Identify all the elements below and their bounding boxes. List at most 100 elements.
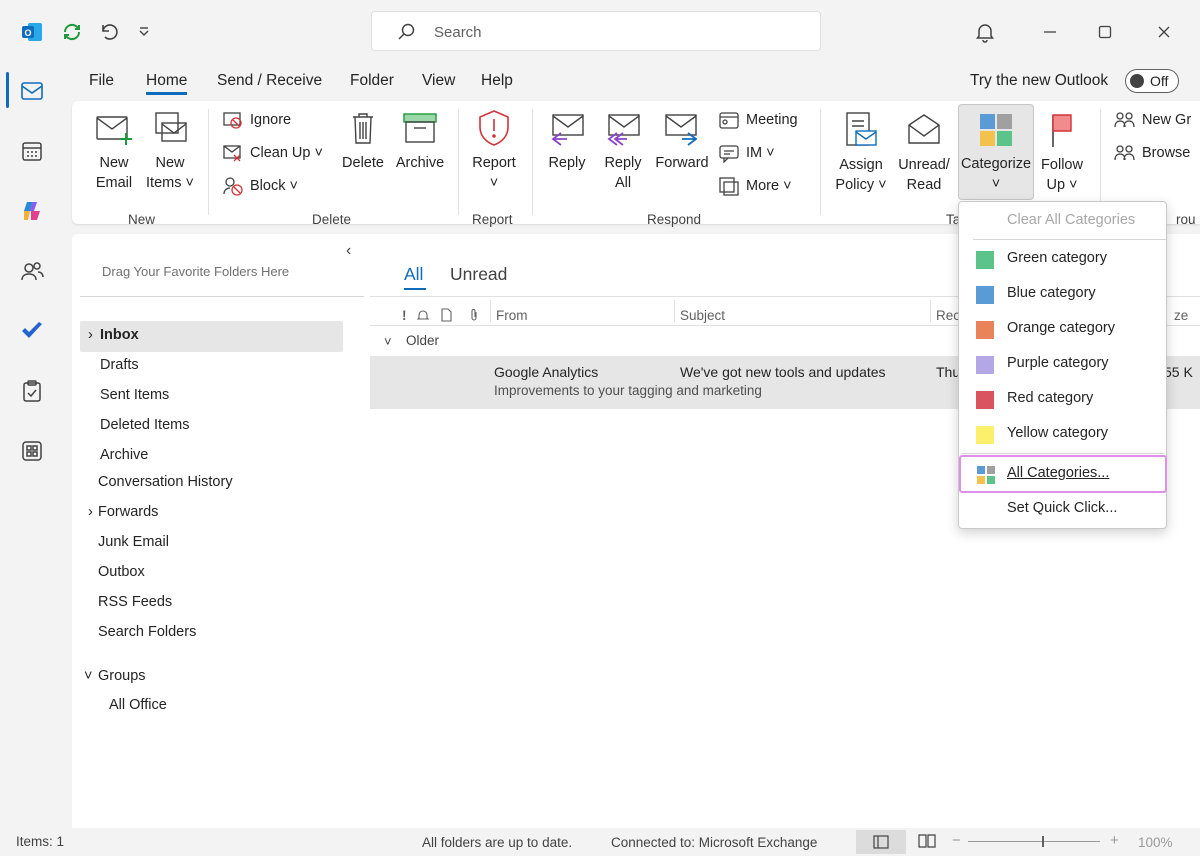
reply-button[interactable]: Reply: [542, 111, 592, 173]
bell-icon[interactable]: [971, 18, 999, 46]
folder-conversation-history[interactable]: Conversation History: [98, 474, 233, 490]
ignore-button[interactable]: Ignore: [222, 110, 291, 130]
reply-all-button[interactable]: Reply All: [598, 111, 648, 193]
tab-help[interactable]: Help: [481, 72, 513, 90]
section-older[interactable]: Older: [406, 333, 439, 348]
folder-forwards[interactable]: Forwards: [98, 504, 158, 520]
group-all-office[interactable]: All Office: [109, 697, 167, 713]
categorize-button[interactable]: Categorize ˅: [958, 104, 1034, 200]
folder-rss-feeds[interactable]: RSS Feeds: [98, 594, 172, 610]
category-green-item[interactable]: Green category: [959, 242, 1166, 277]
calendar-icon[interactable]: [16, 135, 48, 167]
customize-icon[interactable]: [130, 18, 158, 46]
undo-icon[interactable]: [94, 18, 122, 46]
category-yellow-item[interactable]: Yellow category: [959, 417, 1166, 452]
browse-groups-button[interactable]: Browse: [1114, 143, 1190, 163]
assign-label-1: Assign: [839, 157, 883, 173]
meeting-button[interactable]: Meeting: [718, 110, 798, 130]
folder-inbox[interactable]: Inbox: [100, 327, 139, 343]
minimize-icon[interactable]: [1036, 18, 1064, 46]
tab-view[interactable]: View: [422, 72, 455, 90]
archive-button[interactable]: Archive: [392, 111, 448, 173]
tab-send-receive[interactable]: Send / Receive: [217, 72, 322, 90]
more-respond-icon: [719, 177, 739, 196]
collapse-pane-icon[interactable]: ‹: [346, 242, 351, 260]
tasks-clipboard-icon[interactable]: [16, 375, 48, 407]
zoom-slider-track[interactable]: [968, 841, 1100, 842]
tab-file[interactable]: File: [89, 72, 114, 90]
column-received[interactable]: Rec: [936, 308, 960, 323]
folder-drafts[interactable]: Drafts: [100, 357, 139, 373]
category-purple-item[interactable]: Purple category: [959, 347, 1166, 382]
block-button[interactable]: Block ˅: [222, 176, 298, 196]
groups-header[interactable]: Groups: [98, 668, 146, 684]
clean-up-button[interactable]: Clean Up ˅: [222, 143, 323, 163]
apps-icon[interactable]: [16, 435, 48, 467]
unread-read-button[interactable]: Unread/ Read: [894, 111, 954, 195]
folder-search-folders[interactable]: Search Folders: [98, 624, 196, 640]
archive-label: Archive: [395, 155, 445, 171]
set-quick-click-item[interactable]: Set Quick Click...: [959, 492, 1166, 527]
menu-divider: [973, 239, 1166, 240]
copilot-icon[interactable]: [16, 195, 48, 227]
zoom-level[interactable]: 100%: [1138, 835, 1173, 850]
todo-icon[interactable]: [16, 315, 48, 347]
category-blue-item[interactable]: Blue category: [959, 277, 1166, 312]
older-collapse-icon[interactable]: ˅: [384, 334, 392, 349]
follow-up-button[interactable]: Follow Up ˅: [1036, 111, 1088, 195]
app-rail: [0, 60, 62, 830]
reply-icon: [551, 114, 584, 146]
category-red-item[interactable]: Red category: [959, 382, 1166, 417]
reading-view-button[interactable]: [918, 834, 936, 851]
assign-policy-button[interactable]: Assign Policy ˅: [830, 111, 892, 195]
folder-outbox[interactable]: Outbox: [98, 564, 145, 580]
folder-archive[interactable]: Archive: [100, 447, 148, 463]
new-items-button[interactable]: New Items ˅: [144, 111, 196, 193]
people-icon[interactable]: [16, 255, 48, 287]
filter-tab-all[interactable]: All: [404, 264, 423, 285]
delete-button[interactable]: Delete: [338, 111, 388, 173]
new-email-button[interactable]: New Email: [88, 111, 140, 193]
report-shield-icon: [479, 110, 509, 146]
reminder-column-icon[interactable]: [416, 308, 430, 325]
zoom-slider-thumb[interactable]: [1042, 836, 1044, 847]
maximize-icon[interactable]: [1091, 18, 1119, 46]
filter-tab-unread[interactable]: Unread: [450, 264, 507, 285]
tab-home[interactable]: Home: [146, 72, 188, 95]
column-subject[interactable]: Subject: [680, 308, 725, 323]
zoom-out-icon[interactable]: −: [952, 832, 961, 849]
im-button[interactable]: IM ˅: [718, 143, 775, 163]
search-box[interactable]: Search: [371, 11, 821, 51]
tab-folder[interactable]: Folder: [350, 72, 394, 90]
sync-icon[interactable]: [58, 18, 86, 46]
importance-column-icon[interactable]: !: [402, 308, 407, 323]
zoom-in-icon[interactable]: +: [1110, 832, 1119, 849]
forward-button[interactable]: Forward: [652, 111, 712, 173]
categorize-menu: Clear All Categories Green category Blue…: [958, 201, 1167, 529]
more-respond-button[interactable]: More ˅: [718, 176, 792, 196]
close-icon[interactable]: [1150, 18, 1178, 46]
folder-pane: ‹ Drag Your Favorite Folders Here › Inbo…: [72, 234, 368, 828]
folder-sent-items[interactable]: Sent Items: [100, 387, 169, 403]
folder-deleted-items[interactable]: Deleted Items: [100, 417, 189, 433]
column-from[interactable]: From: [496, 308, 528, 323]
icon-column-icon[interactable]: [440, 308, 452, 325]
folder-junk-email[interactable]: Junk Email: [98, 534, 169, 550]
category-orange-item[interactable]: Orange category: [959, 312, 1166, 347]
groups-expand-icon[interactable]: ˅: [84, 668, 92, 684]
normal-view-button[interactable]: [856, 830, 906, 854]
follow-label-1: Follow: [1041, 157, 1083, 173]
new-group-button[interactable]: New Gr: [1114, 110, 1191, 130]
trash-icon: [353, 113, 373, 144]
new-outlook-toggle[interactable]: Off: [1125, 69, 1179, 93]
mail-icon[interactable]: [16, 75, 48, 107]
forwards-expand-icon[interactable]: ›: [88, 504, 93, 520]
report-button[interactable]: Report ˅: [468, 109, 520, 193]
category-red-swatch: [976, 391, 994, 409]
block-user-icon: [223, 177, 243, 196]
inbox-expand-icon[interactable]: ›: [88, 327, 93, 343]
attachment-column-icon[interactable]: [468, 308, 480, 325]
all-categories-item[interactable]: All Categories...: [959, 455, 1167, 493]
column-size[interactable]: ze: [1174, 308, 1188, 323]
clear-all-categories-item[interactable]: Clear All Categories: [959, 204, 1166, 239]
